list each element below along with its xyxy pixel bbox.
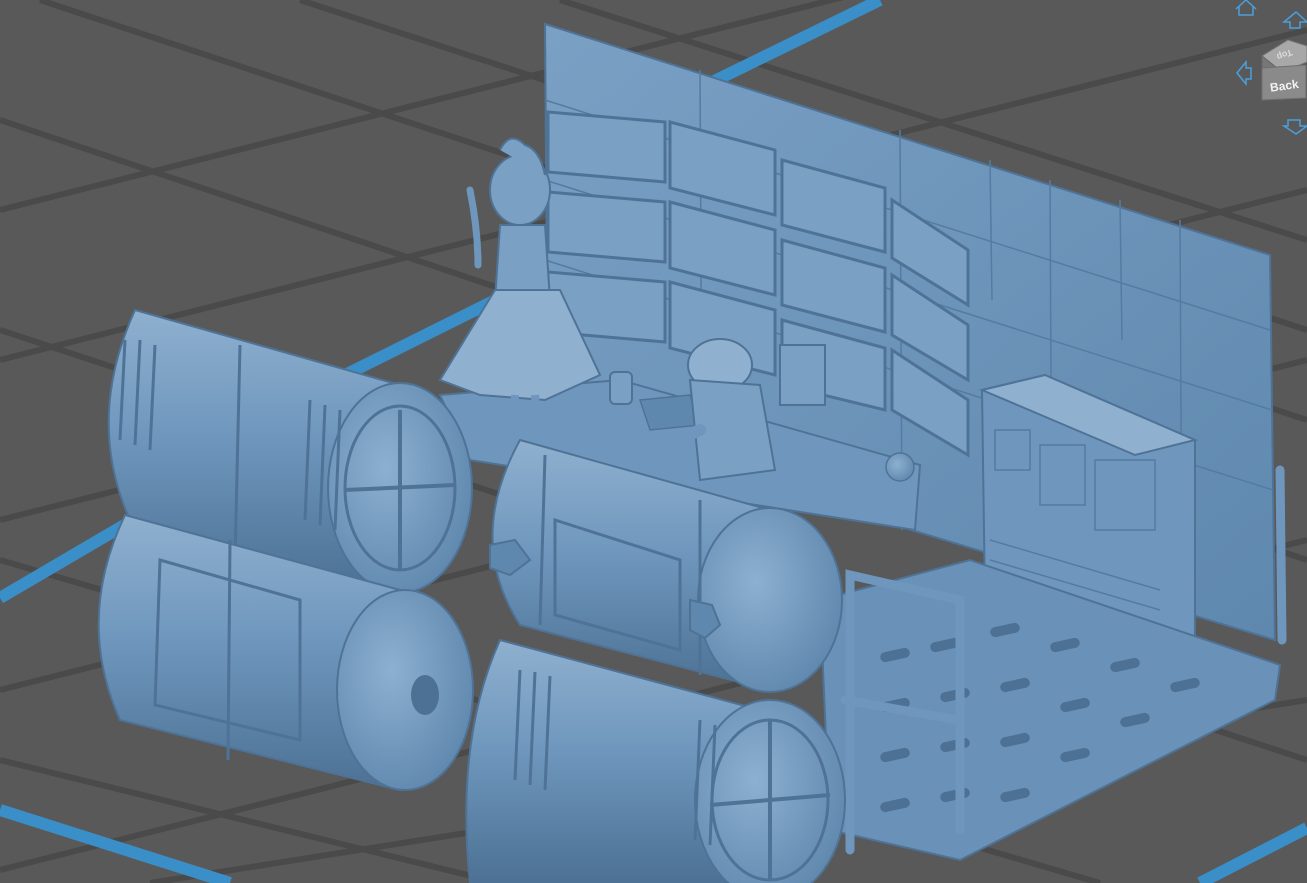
arrow-left-icon[interactable] <box>1236 59 1252 87</box>
view-cube[interactable]: Top Back <box>1261 39 1307 101</box>
arrow-down-icon[interactable] <box>1281 119 1307 135</box>
3d-viewport[interactable]: Top Back <box>0 0 1307 883</box>
arrow-up-icon[interactable] <box>1281 11 1307 29</box>
home-icon[interactable] <box>1235 0 1257 16</box>
